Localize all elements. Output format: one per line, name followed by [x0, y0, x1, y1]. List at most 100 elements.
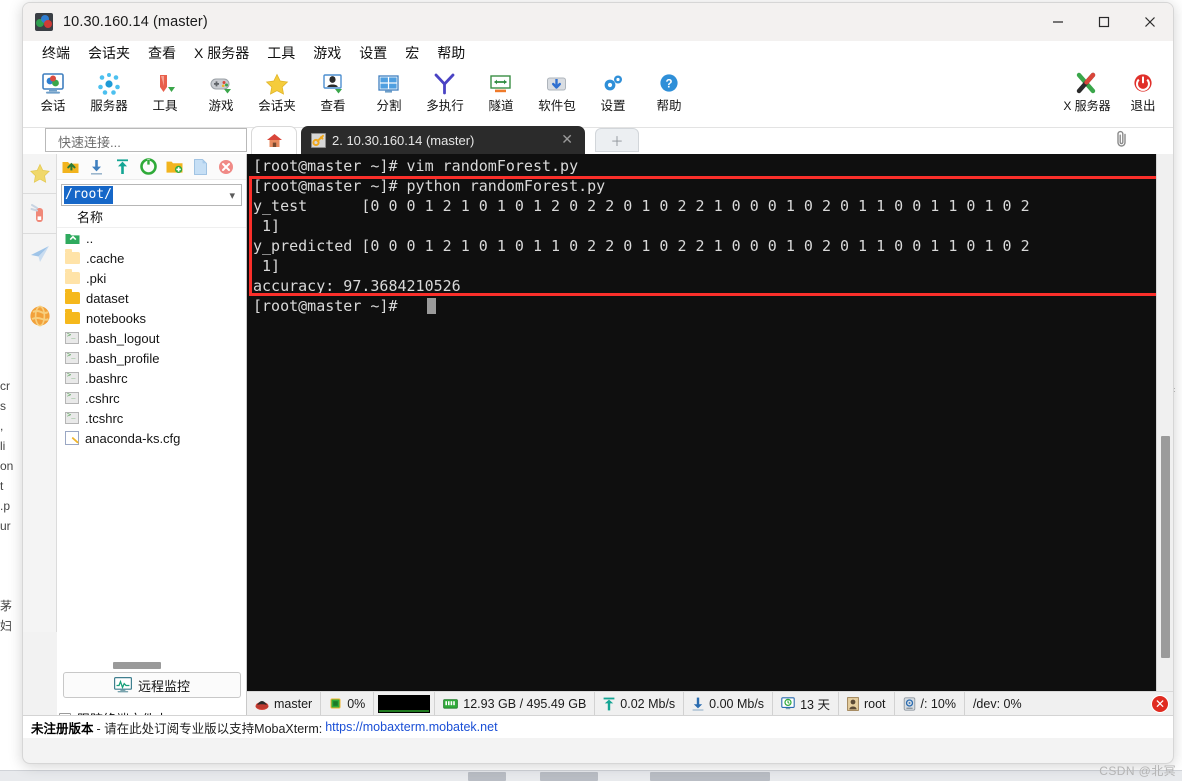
status-upload[interactable]: 0.02 Mb/s	[595, 691, 685, 716]
file-browser-toolbar	[57, 154, 246, 180]
minimize-icon[interactable]	[1035, 3, 1081, 41]
list-item[interactable]: .pki	[57, 268, 246, 288]
status-user[interactable]: root	[839, 691, 895, 716]
toolbar-settings[interactable]: 设置	[585, 66, 641, 126]
menu-sessions[interactable]: 会话夹	[79, 41, 139, 65]
toolbar-split[interactable]: 分割	[361, 66, 417, 126]
list-item[interactable]: dataset	[57, 288, 246, 308]
status-memory[interactable]: 12.93 GB / 495.49 GB	[435, 691, 596, 716]
path-input[interactable]: /root/ ▾	[61, 184, 242, 206]
toolbar-sessions-folder[interactable]: 会话夹	[249, 66, 305, 126]
toolbar-multiexec[interactable]: 多执行	[417, 66, 473, 126]
toolbar-session[interactable]: 会话	[25, 66, 81, 126]
status-disk-root[interactable]: /: 10%	[895, 691, 965, 716]
status-host[interactable]: master	[247, 691, 322, 716]
close-circle-icon[interactable]: ✕	[1151, 695, 1169, 713]
toolbar-sessions-folder-label: 会话夹	[258, 99, 296, 113]
script-file-icon	[65, 331, 79, 344]
maximize-icon[interactable]	[1081, 3, 1127, 41]
terminal-scrollbar[interactable]	[1156, 154, 1173, 738]
menu-macros[interactable]: 宏	[396, 41, 428, 65]
menu-bar: 终端 会话夹 查看 X 服务器 工具 游戏 设置 宏 帮助	[23, 41, 1173, 66]
close-icon[interactable]	[1127, 3, 1173, 41]
taskbar-item-2[interactable]	[540, 772, 598, 781]
status-disk-dev[interactable]: /dev: 0%	[965, 692, 1030, 716]
list-item[interactable]: .cache	[57, 248, 246, 268]
fb-delete[interactable]	[217, 158, 235, 176]
tab-session-active[interactable]: 2. 10.30.160.14 (master) ✕	[301, 126, 585, 154]
rail-tools[interactable]	[23, 194, 56, 234]
main-toolbar: 会话 服务器 工具 游戏 会话夹 查看 分割 多执行 隧道 软件包 设置 ? 帮…	[23, 66, 1173, 128]
paperclip-icon[interactable]	[1111, 127, 1133, 151]
new-file-icon	[193, 158, 207, 175]
list-item[interactable]: ..	[57, 228, 246, 248]
fb-download[interactable]	[87, 158, 105, 176]
fb-new-folder[interactable]	[165, 158, 183, 176]
status-cpu[interactable]: 0%	[321, 691, 375, 716]
tools-icon	[151, 70, 179, 98]
tab-home[interactable]	[251, 126, 297, 154]
file-name: .tcshrc	[85, 410, 124, 426]
status-download[interactable]: 0.00 Mb/s	[684, 691, 774, 716]
status-uptime[interactable]: 13 天	[773, 691, 839, 716]
menu-games[interactable]: 游戏	[304, 41, 350, 65]
menu-view[interactable]: 查看	[139, 41, 185, 65]
quick-connect-row: 快速连接... 2. 10.30.160.14 (master) ✕ ＋	[23, 126, 1173, 154]
toolbar-exit[interactable]: 退出	[1115, 66, 1171, 126]
file-name: .cshrc	[85, 390, 120, 406]
toolbar-games[interactable]: 游戏	[193, 66, 249, 126]
view-icon	[319, 70, 347, 98]
xserver-icon	[1073, 70, 1101, 98]
menu-tools[interactable]: 工具	[258, 41, 304, 65]
menu-xserver[interactable]: X 服务器	[185, 41, 258, 65]
taskbar-item-1[interactable]	[468, 772, 506, 781]
fb-new-file[interactable]	[191, 158, 209, 176]
rail-favorites[interactable]	[23, 154, 56, 194]
star-favorites-icon	[29, 163, 50, 183]
fb-go-up[interactable]	[61, 158, 79, 176]
toolbar-packages-label: 软件包	[538, 99, 576, 113]
title-bar[interactable]: 10.30.160.14 (master)	[23, 3, 1173, 41]
new-tab-button[interactable]: ＋	[595, 128, 639, 152]
menu-settings[interactable]: 设置	[350, 41, 396, 65]
rail-send[interactable]	[23, 234, 56, 274]
toolbar-help-label: 帮助	[656, 99, 682, 113]
toolbar-packages[interactable]: 软件包	[529, 66, 585, 126]
list-item[interactable]: .cshrc	[57, 388, 246, 408]
svg-text:?: ?	[665, 79, 672, 91]
fb-upload[interactable]	[113, 158, 131, 176]
paper-plane-send-icon	[30, 246, 49, 262]
toolbar-tunneling[interactable]: 隧道	[473, 66, 529, 126]
list-item[interactable]: .bash_logout	[57, 328, 246, 348]
parent-folder-icon	[65, 233, 80, 244]
settings-gear-icon	[599, 70, 627, 98]
remote-monitoring-button[interactable]: 远程监控	[63, 672, 241, 698]
quick-connect-input[interactable]: 快速连接...	[45, 128, 247, 152]
list-item[interactable]: .tcshrc	[57, 408, 246, 428]
file-browser-hscrollbar[interactable]	[65, 662, 235, 670]
terminal-cursor	[427, 298, 436, 314]
path-value: /root/	[64, 186, 113, 204]
tab-close-icon[interactable]: ✕	[561, 132, 573, 146]
list-item[interactable]: .bashrc	[57, 368, 246, 388]
rail-browser[interactable]	[23, 296, 56, 336]
menu-help[interactable]: 帮助	[428, 41, 474, 65]
toolbar-multiexec-label: 多执行	[426, 99, 464, 113]
list-item[interactable]: notebooks	[57, 308, 246, 328]
list-item[interactable]: anaconda-ks.cfg	[57, 428, 246, 448]
toolbar-tools[interactable]: 工具	[137, 66, 193, 126]
mobaxterm-link[interactable]: https://mobaxterm.mobatek.net	[325, 720, 497, 734]
taskbar-item-3[interactable]	[650, 772, 770, 781]
new-folder-icon	[166, 161, 182, 173]
toolbar-help[interactable]: ? 帮助	[641, 66, 697, 126]
list-item[interactable]: .bash_profile	[57, 348, 246, 368]
menu-terminal[interactable]: 终端	[33, 41, 79, 65]
file-name: ..	[86, 230, 94, 246]
terminal-pane[interactable]: [root@master ~]# vim randomForest.py [ro…	[247, 154, 1173, 738]
toolbar-view[interactable]: 查看	[305, 66, 361, 126]
fb-refresh[interactable]	[139, 158, 157, 176]
toolbar-xserver[interactable]: X 服务器	[1059, 66, 1115, 126]
toolbar-servers[interactable]: 服务器	[81, 66, 137, 126]
chevron-down-icon[interactable]: ▾	[229, 189, 239, 202]
toolbar-split-label: 分割	[376, 99, 402, 113]
